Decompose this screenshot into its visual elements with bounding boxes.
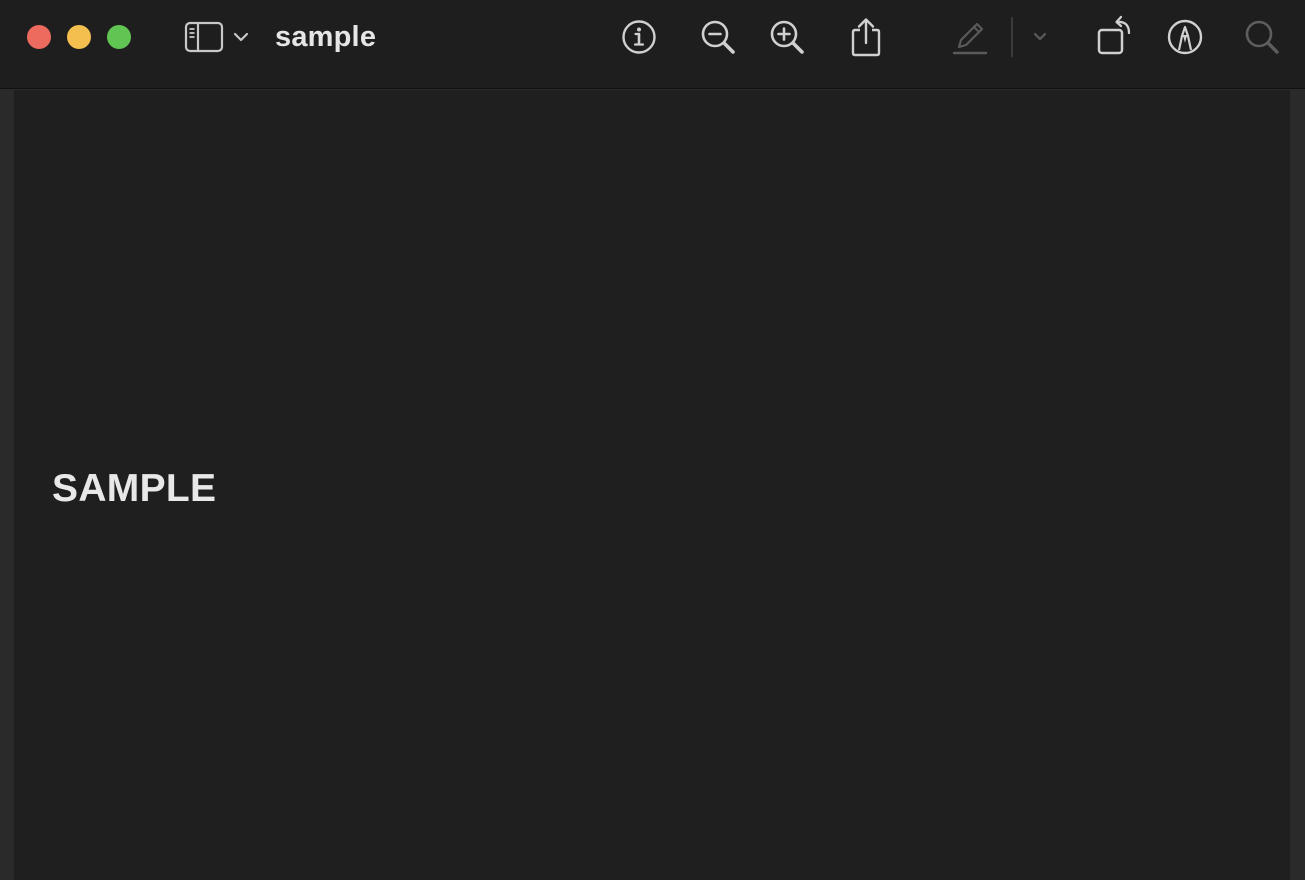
zoom-out-icon [698,17,738,57]
zoom-button[interactable] [107,25,131,49]
sidebar-icon [184,21,224,53]
minimize-button[interactable] [67,25,91,49]
preview-window: sample SAMPLE [0,0,1305,880]
share-button[interactable] [845,13,887,61]
sidebar-toggle-button[interactable] [182,13,226,61]
zoom-in-button[interactable] [766,13,808,61]
share-icon [848,16,884,58]
highlight-options-button[interactable] [1029,13,1051,61]
markup-icon [1165,17,1205,57]
chevron-down-icon [232,31,250,43]
search-icon [1242,17,1282,57]
document-title: sample [275,21,377,53]
rotate-button[interactable] [1093,13,1135,61]
title-bar: sample [0,0,1305,88]
close-button[interactable] [27,25,51,49]
rotate-icon [1093,15,1135,59]
info-button[interactable] [618,13,660,61]
info-icon [620,18,658,56]
document-canvas[interactable]: SAMPLE [14,90,1290,880]
markup-button[interactable] [1164,13,1206,61]
document-text: SAMPLE [52,467,217,510]
zoom-out-button[interactable] [697,13,739,61]
toolbar-divider [1011,17,1013,57]
zoom-in-icon [767,17,807,57]
chevron-down-icon [1031,31,1049,43]
search-button[interactable] [1241,13,1283,61]
highlight-pen-icon [951,17,989,57]
highlight-button[interactable] [950,13,990,61]
sidebar-options-button[interactable] [230,13,252,61]
